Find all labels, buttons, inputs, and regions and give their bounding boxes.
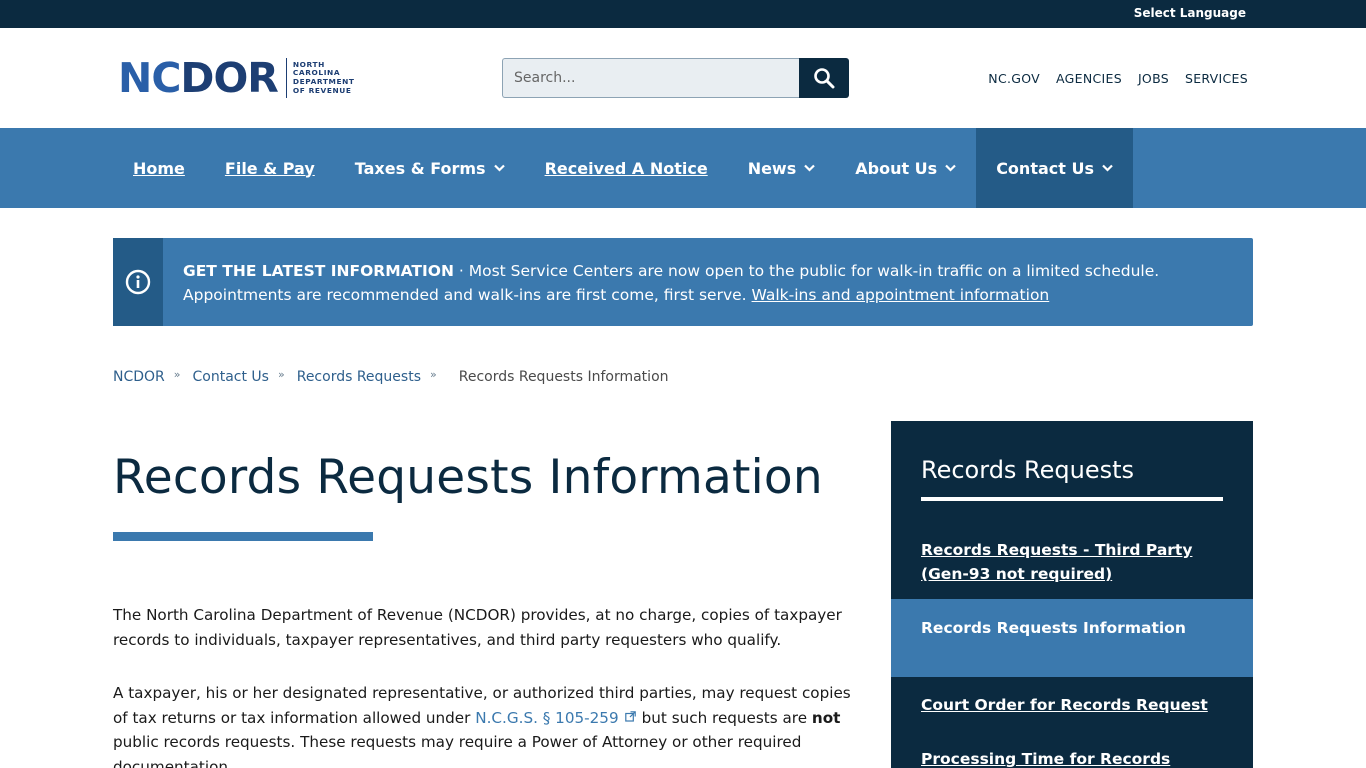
sidebar-item-records-requests-information[interactable]: Records Requests Information <box>891 599 1253 677</box>
nav-item-about-us[interactable]: About Us <box>835 128 976 208</box>
search-icon <box>814 68 835 89</box>
external-link-icon <box>624 710 636 722</box>
breadcrumb-separator: » <box>430 367 437 381</box>
alert-icon-box <box>113 238 163 326</box>
sidebar-item-processing-time[interactable]: Processing Time for Records Request <box>891 747 1253 768</box>
nav-item-news[interactable]: News <box>728 128 836 208</box>
nav-item-received-notice[interactable]: Received A Notice <box>525 128 728 208</box>
nav-item-file-pay[interactable]: File & Pay <box>205 128 335 208</box>
breadcrumb-link-records-requests[interactable]: Records Requests <box>297 369 421 385</box>
top-utility-bar: Select Language <box>0 0 1366 28</box>
taxpayer-paragraph: A taxpayer, his or her designated repres… <box>113 684 851 768</box>
nav-item-contact-us[interactable]: Contact Us <box>976 128 1133 208</box>
alert-banner: GET THE LATEST INFORMATION · Most Servic… <box>113 238 1253 326</box>
main-navigation: Home File & Pay Taxes & Forms Received A… <box>0 128 1366 208</box>
breadcrumb-current: Records Requests Information <box>458 369 669 385</box>
logo-divider <box>285 58 287 98</box>
alert-text: GET THE LATEST INFORMATION · Most Servic… <box>183 259 1233 307</box>
search-button[interactable] <box>799 58 849 98</box>
breadcrumb: NCDOR » Contact Us » Records Requests » … <box>113 367 669 386</box>
logo-wordmark: NCDOR <box>118 53 279 102</box>
title-underline <box>113 532 373 541</box>
nav-item-home[interactable]: Home <box>113 128 205 208</box>
breadcrumb-link-ncdor[interactable]: NCDOR <box>113 369 165 385</box>
search-input[interactable] <box>502 58 800 98</box>
breadcrumb-link-contact-us[interactable]: Contact Us <box>193 369 269 385</box>
util-link-services[interactable]: SERVICES <box>1185 71 1248 86</box>
chevron-down-icon <box>804 164 816 172</box>
util-link-agencies[interactable]: AGENCIES <box>1056 71 1122 86</box>
breadcrumb-separator: » <box>173 367 181 381</box>
page-title: Records Requests Information <box>113 450 823 505</box>
info-icon <box>125 269 151 295</box>
nav-item-taxes-forms[interactable]: Taxes & Forms <box>335 128 525 208</box>
chevron-down-icon <box>493 164 505 172</box>
chevron-down-icon <box>1102 164 1113 172</box>
sidebar-title: Records Requests <box>921 456 1135 484</box>
alert-heading: GET THE LATEST INFORMATION <box>183 262 454 280</box>
sidebar-item-third-party[interactable]: Records Requests - Third Party (Gen-93 n… <box>891 538 1253 586</box>
breadcrumb-separator: » <box>277 367 285 381</box>
site-search <box>502 58 849 98</box>
sidebar-title-rule <box>921 497 1223 501</box>
chevron-down-icon <box>945 164 956 172</box>
select-language-link[interactable]: Select Language <box>1134 6 1246 20</box>
alert-separator: · <box>458 262 464 280</box>
sidebar-item-court-order[interactable]: Court Order for Records Request <box>891 693 1253 717</box>
walk-ins-appointment-link[interactable]: Walk-ins and appointment information <box>752 286 1050 304</box>
util-link-jobs[interactable]: JOBS <box>1138 71 1169 86</box>
logo-subtitle: NORTH CAROLINA DEPARTMENT OF REVENUE <box>292 59 355 95</box>
utility-links: NC.GOV AGENCIES JOBS SERVICES <box>988 71 1248 86</box>
records-requests-sidebar: Records Requests Records Requests - Thir… <box>891 421 1253 768</box>
util-link-ncgov[interactable]: NC.GOV <box>988 71 1040 86</box>
ncdor-logo[interactable]: NCDOR NORTH CAROLINA DEPARTMENT OF REVEN… <box>118 54 367 102</box>
ncgs-105-259-link[interactable]: N.C.G.S. § 105-259 <box>475 709 618 727</box>
site-header: NCDOR NORTH CAROLINA DEPARTMENT OF REVEN… <box>0 28 1366 128</box>
intro-paragraph: The North Carolina Department of Revenue… <box>113 606 842 649</box>
